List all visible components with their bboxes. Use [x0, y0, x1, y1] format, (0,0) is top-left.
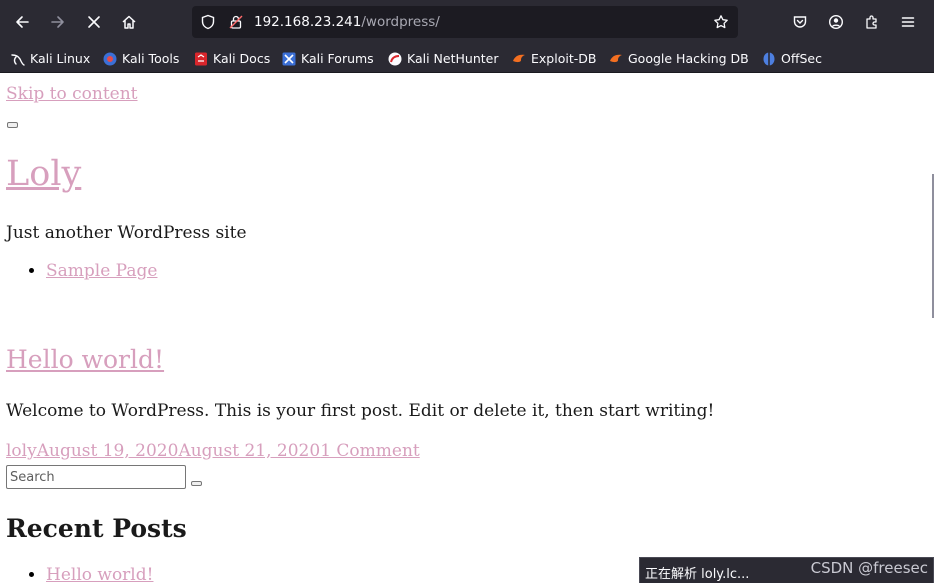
- back-button[interactable]: [8, 8, 36, 36]
- list-item: Hello world!: [46, 565, 153, 583]
- menu-toggle-button[interactable]: [7, 122, 18, 128]
- menu-button[interactable]: [894, 8, 922, 36]
- bookmark-kali-tools[interactable]: Kali Tools: [102, 44, 179, 73]
- search-submit-button[interactable]: [191, 481, 202, 486]
- account-button[interactable]: [822, 8, 850, 36]
- shield-icon: [201, 14, 215, 30]
- account-icon: [828, 14, 844, 30]
- exploit-db-icon: [513, 54, 525, 62]
- bookmark-label: OffSec: [781, 51, 822, 66]
- nav-item-sample-page: Sample Page: [46, 261, 157, 281]
- star-icon[interactable]: [713, 14, 729, 30]
- kali-tools-icon: [103, 52, 117, 65]
- kali-dragon-icon: [11, 53, 25, 66]
- kali-forums-icon: [282, 52, 296, 65]
- insecure-lock-icon: [229, 15, 243, 29]
- bookmark-label: Google Hacking DB: [628, 51, 749, 66]
- stop-button[interactable]: [80, 8, 108, 36]
- bookmark-exploit-db[interactable]: Exploit-DB: [511, 44, 596, 73]
- arrow-right-icon: [51, 16, 64, 28]
- skip-to-content-link[interactable]: Skip to content: [6, 84, 138, 104]
- bookmark-label: Exploit-DB: [531, 51, 597, 66]
- bookmark-google-hacking-db[interactable]: Google Hacking DB: [608, 44, 749, 73]
- home-button[interactable]: [115, 8, 143, 36]
- ghdb-icon: [610, 54, 622, 62]
- url-text[interactable]: 192.168.23.241/wordpress/: [254, 6, 440, 38]
- arrow-left-icon: [16, 16, 29, 28]
- status-text: 正在解析 loly.lc...: [645, 567, 750, 582]
- bookmark-label: Kali Linux: [30, 51, 91, 66]
- site-tagline: Just another WordPress site: [6, 223, 247, 243]
- post-excerpt: Welcome to WordPress. This is your first…: [6, 401, 715, 421]
- bookmark-kali-nethunter[interactable]: Kali NetHunter: [387, 44, 498, 73]
- primary-nav: Sample Page: [6, 261, 157, 281]
- pocket-icon: [793, 16, 807, 28]
- offsec-icon: [763, 52, 775, 65]
- bookmark-offsec[interactable]: OffSec: [761, 44, 822, 73]
- recent-posts-heading: Recent Posts: [6, 514, 187, 543]
- home-icon: [122, 15, 136, 29]
- post-title: Hello world!: [6, 345, 164, 374]
- post-comments-link[interactable]: 1 Comment: [320, 441, 420, 461]
- bookmark-label: Kali Docs: [213, 51, 271, 66]
- post-author-link[interactable]: loly: [6, 441, 37, 461]
- bookmarks-toolbar: Kali Linux Kali Tools Kali Docs Kali For…: [0, 44, 934, 73]
- post-title-link[interactable]: Hello world!: [6, 345, 164, 374]
- puzzle-icon: [866, 15, 877, 29]
- forward-button[interactable]: [44, 8, 72, 36]
- bookmark-label: Kali Tools: [122, 51, 180, 66]
- search-input[interactable]: [6, 465, 186, 489]
- recent-post-link[interactable]: Hello world!: [46, 565, 153, 583]
- bookmark-kali-docs[interactable]: Kali Docs: [193, 44, 270, 73]
- bookmark-kali-linux[interactable]: Kali Linux: [10, 44, 90, 73]
- kali-docs-icon: [195, 52, 207, 65]
- recent-posts-list: Hello world!: [6, 565, 153, 583]
- extensions-button[interactable]: [858, 8, 886, 36]
- url-host: 192.168.23.241: [254, 14, 362, 30]
- url-path: /wordpress/: [361, 14, 440, 30]
- site-title-link[interactable]: Loly: [6, 154, 81, 194]
- watermark: CSDN @freesec: [810, 559, 928, 577]
- pocket-button[interactable]: [786, 8, 814, 36]
- page-content: Skip to content Loly Just another WordPr…: [0, 74, 934, 583]
- url-bar[interactable]: 192.168.23.241/wordpress/: [192, 6, 738, 38]
- site-title: Loly: [6, 154, 81, 194]
- hamburger-menu-icon: [901, 17, 915, 27]
- bookmark-label: Kali NetHunter: [407, 51, 499, 66]
- post-updated-link[interactable]: August 21, 2020: [178, 441, 320, 461]
- browser-toolbar: 192.168.23.241/wordpress/: [0, 0, 934, 44]
- close-icon: [88, 16, 100, 28]
- status-bar: 正在解析 loly.lc... CSDN @freesec: [639, 557, 934, 583]
- post-date-link[interactable]: August 19, 2020: [37, 441, 179, 461]
- post-meta: lolyAugust 19, 2020August 21, 20201 Comm…: [6, 441, 420, 461]
- kali-nethunter-icon: [388, 52, 402, 65]
- bookmark-label: Kali Forums: [301, 51, 374, 66]
- bookmark-kali-forums[interactable]: Kali Forums: [281, 44, 374, 73]
- nav-link-sample-page[interactable]: Sample Page: [46, 261, 157, 281]
